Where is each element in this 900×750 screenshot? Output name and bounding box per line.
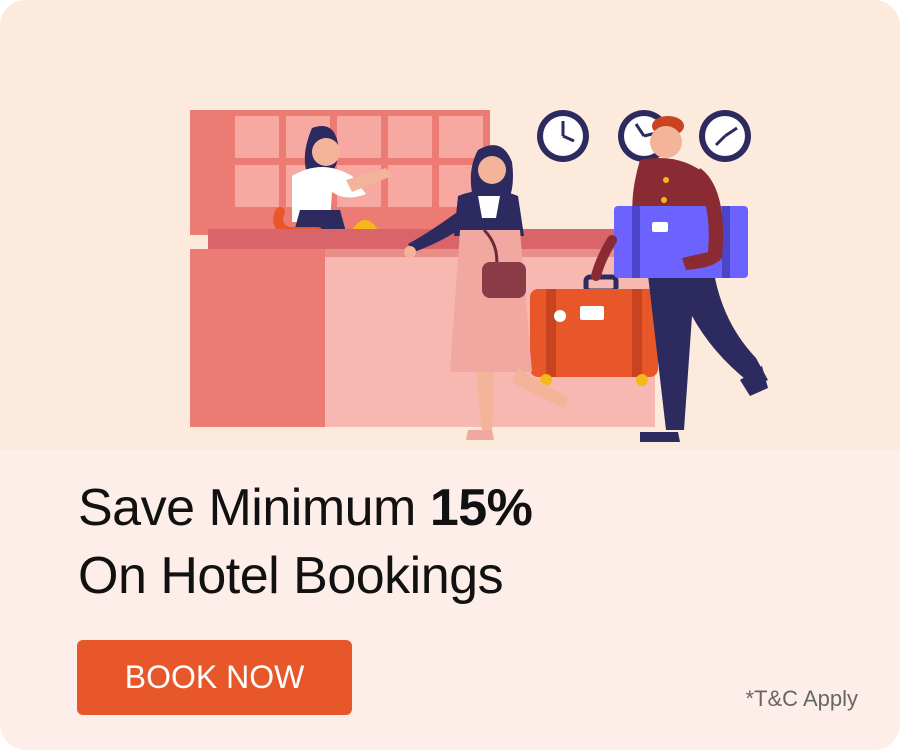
- suitcase-icon: [530, 274, 658, 386]
- clock-icon: [537, 110, 589, 162]
- book-now-button[interactable]: BOOK NOW: [77, 640, 352, 715]
- headline-line-1: Save Minimum 15%: [78, 474, 533, 542]
- hotel-promo-card: Save Minimum 15% On Hotel Bookings BOOK …: [0, 0, 900, 750]
- discount-percentage: 15%: [429, 479, 533, 537]
- hero-illustration-area: [0, 0, 900, 450]
- promo-headline: Save Minimum 15% On Hotel Bookings: [78, 474, 533, 610]
- hotel-reception-illustration: [190, 110, 768, 442]
- terms-and-conditions-note: *T&C Apply: [745, 686, 859, 711]
- headline-line-2: On Hotel Bookings: [78, 547, 504, 605]
- headline-prefix: Save Minimum: [78, 479, 430, 537]
- clock-icon: [699, 110, 751, 162]
